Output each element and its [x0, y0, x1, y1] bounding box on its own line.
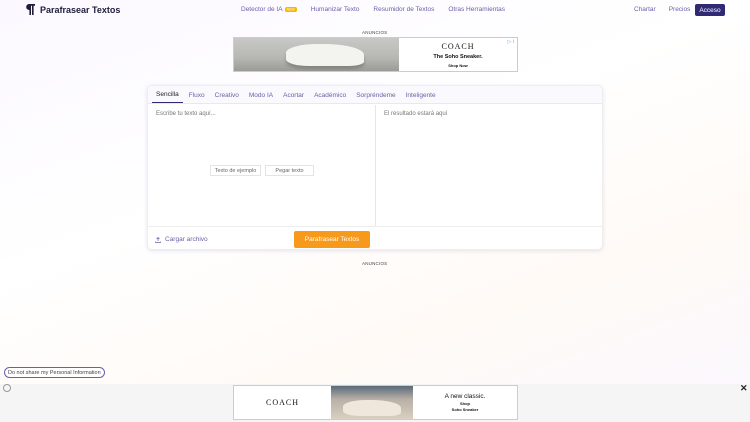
mode-tabs: Sencilla Fluxo Creativo Modo IA Acortar … — [148, 86, 602, 104]
main-nav: Detector de IA NEW Humanizar Texto Resumi… — [241, 6, 519, 13]
tab-shorten[interactable]: Acortar — [279, 92, 308, 103]
ad-banner-top[interactable]: COACH The Soho Sneaker. Shop Now ▷ i — [233, 37, 518, 72]
ad-bottom-line2[interactable]: Soho Sneaker — [452, 407, 479, 412]
nav-ai-detector-label: Detector de IA — [241, 6, 283, 13]
nav-pricing[interactable]: Precios — [669, 6, 691, 13]
ad-label-bottom: ANUNCIOS — [362, 261, 388, 266]
paraphrase-tool-card: Sencilla Fluxo Creativo Modo IA Acortar … — [147, 85, 604, 251]
nav-other-tools[interactable]: Otras Herramientas — [448, 6, 505, 13]
tab-ai-mode[interactable]: Modo IA — [245, 92, 277, 103]
logo[interactable]: Parafrasear Textos — [25, 4, 120, 15]
upload-label: Cargar archivo — [165, 236, 208, 243]
tab-surprise[interactable]: Sorpréndeme — [352, 92, 399, 103]
ad-bottom-line1: Shop — [460, 401, 470, 406]
ad-bottom-brand: COACH — [265, 398, 299, 407]
paraphrase-button[interactable]: Parafrasear Textos — [294, 231, 370, 248]
logo-text: Parafrasear Textos — [40, 4, 121, 15]
cookie-settings-icon[interactable] — [3, 384, 11, 392]
adchoices-icon[interactable]: ▷ i — [508, 39, 514, 45]
ad-label-top: ANUNCIOS — [362, 30, 388, 35]
nav-ai-detector[interactable]: Detector de IA NEW — [241, 6, 297, 13]
sneaker-image — [286, 44, 364, 66]
ad-bottom-photo — [331, 386, 413, 419]
output-area[interactable]: El resultado estará aquí — [376, 105, 604, 226]
output-placeholder: El resultado estará aquí — [384, 111, 448, 117]
ad-copy: COACH The Soho Sneaker. Shop Now — [399, 38, 517, 71]
input-placeholder: Escribe tu texto aquí... — [156, 111, 216, 117]
tab-fluency[interactable]: Fluxo — [185, 92, 209, 103]
paste-text-button[interactable]: Pegar texto — [265, 165, 314, 176]
nav-summarizer[interactable]: Resumidor de Textos — [373, 6, 434, 13]
tool-footer: Cargar archivo Parafrasear Textos — [148, 226, 604, 251]
privacy-link[interactable]: Do not share my Personal Information — [4, 367, 105, 378]
ad-bottom-copy: A new classic. Shop Soho Sneaker — [413, 386, 517, 419]
sneaker-image — [343, 400, 401, 416]
pilcrow-logo-icon — [26, 4, 35, 15]
nav-chat[interactable]: Chartar — [634, 6, 656, 13]
right-nav: Chartar Precios — [634, 6, 703, 13]
upload-file-button[interactable]: Cargar archivo — [155, 236, 208, 243]
tab-smart[interactable]: Inteligente — [402, 92, 440, 103]
ad-bottom-brand-area: COACH — [234, 386, 331, 419]
new-badge: NEW — [284, 6, 297, 12]
tab-simple[interactable]: Sencilla — [152, 91, 183, 103]
ad-banner-bottom[interactable]: COACH A new classic. Shop Soho Sneaker — [233, 385, 518, 420]
nav-humanize[interactable]: Humanizar Texto — [311, 6, 360, 13]
ad-brand: COACH — [441, 41, 475, 51]
ad-headline: The Soho Sneaker. — [433, 53, 483, 60]
ad-cta[interactable]: Shop Now — [448, 63, 468, 68]
text-panes: Escribe tu texto aquí... Texto de ejempl… — [148, 105, 604, 226]
sample-text-button[interactable]: Texto de ejemplo — [210, 165, 261, 176]
tab-creative[interactable]: Creativo — [211, 92, 243, 103]
ad-photo — [234, 38, 399, 71]
upload-icon — [155, 236, 161, 243]
ad-bottom-headline: A new classic. — [444, 393, 486, 400]
top-header: Parafrasear Textos Detector de IA NEW Hum… — [0, 0, 750, 20]
login-button[interactable]: Acceso — [695, 4, 725, 16]
tab-academic[interactable]: Académico — [310, 92, 350, 103]
input-textarea[interactable]: Escribe tu texto aquí... Texto de ejempl… — [148, 105, 376, 226]
close-icon[interactable]: ✕ — [740, 383, 748, 394]
